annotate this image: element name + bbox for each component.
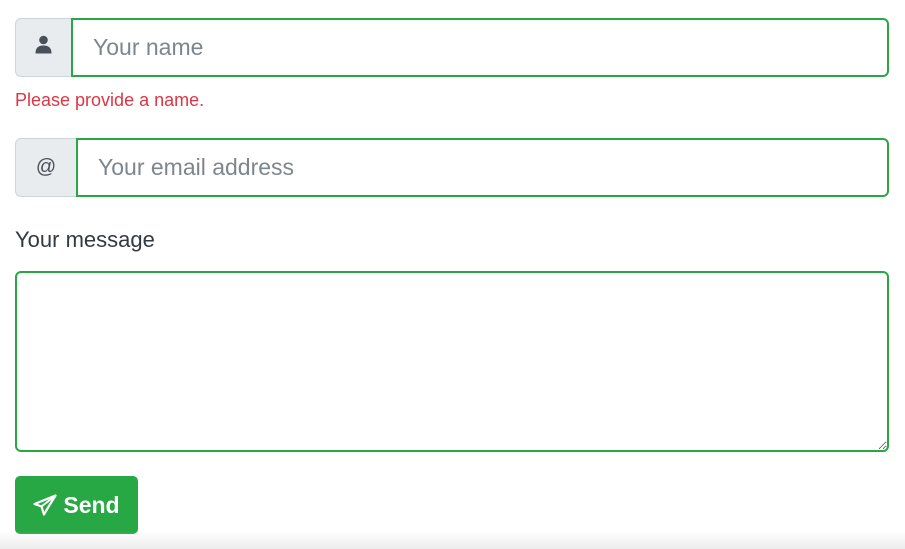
name-input-group (15, 18, 889, 77)
name-addon (15, 18, 71, 77)
message-label: Your message (15, 227, 155, 252)
user-icon (35, 35, 52, 60)
paper-plane-icon (33, 494, 57, 516)
name-error-message: Please provide a name. (15, 90, 205, 110)
message-textarea[interactable] (15, 271, 889, 452)
name-input[interactable] (71, 18, 889, 77)
send-button[interactable]: Send (15, 476, 138, 534)
at-sign: @ (35, 156, 57, 178)
email-input[interactable] (76, 138, 889, 197)
email-input-group: @ (15, 138, 889, 197)
email-addon: @ (15, 138, 76, 197)
contact-form: Please provide a name. @ Your message Se… (15, 18, 889, 534)
bottom-shadow (0, 531, 905, 549)
send-button-label: Send (63, 491, 120, 518)
